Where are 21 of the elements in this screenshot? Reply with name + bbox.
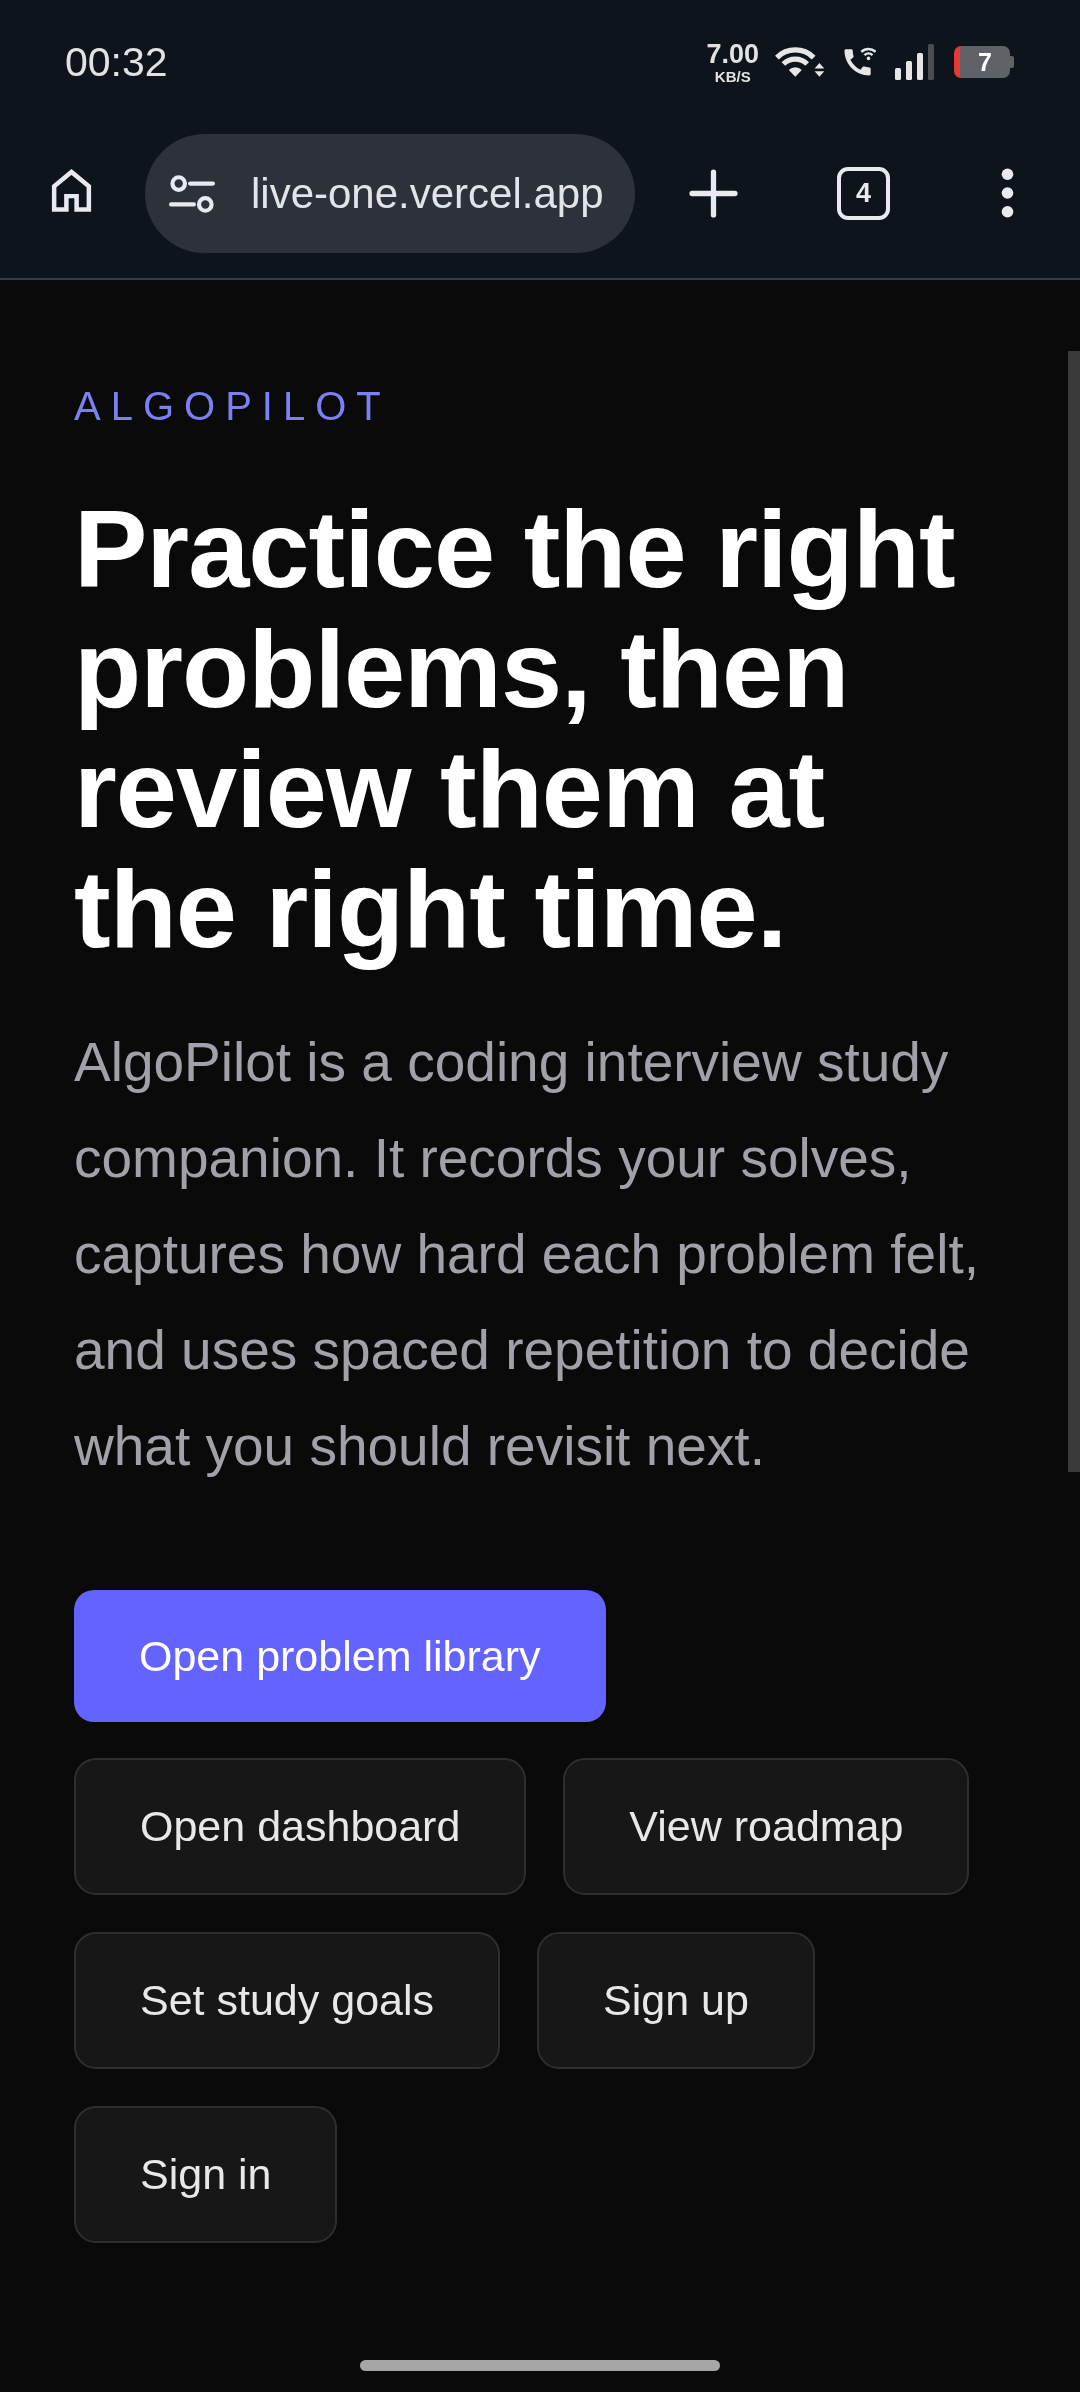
action-button[interactable]: Sign up xyxy=(537,1932,815,2069)
battery-level-text: 7 xyxy=(978,49,992,75)
tab-count-button[interactable]: 4 xyxy=(837,167,890,220)
brand-label: ALGOPILOT xyxy=(74,383,392,430)
action-button[interactable]: View roadmap xyxy=(563,1758,970,1895)
site-settings-icon[interactable] xyxy=(169,174,215,213)
wifi-icon xyxy=(773,44,825,80)
url-text: live-one.vercel.app xyxy=(251,169,604,218)
headline: Practice the right problems, then review them at the right time. xyxy=(74,489,956,969)
action-button[interactable]: Set study goals xyxy=(74,1932,500,2069)
network-speed-unit: KB/S xyxy=(714,68,751,84)
network-speed-value: 7.00 xyxy=(706,40,759,68)
primary-action-button[interactable]: Open problem library xyxy=(74,1590,606,1722)
description-paragraph: AlgoPilot is a coding interview study companion. It records your solves, captures how hard each problem felt, and uses spaced repetition to decide what you should revisit next. xyxy=(74,1030,980,1479)
status-time: 00:32 xyxy=(65,38,168,86)
action-button[interactable]: Sign in xyxy=(74,2106,338,2243)
address-bar[interactable]: live-one.vercel.app xyxy=(145,134,635,253)
new-tab-icon[interactable] xyxy=(689,169,738,218)
signal-icon xyxy=(895,44,935,80)
action-button[interactable]: Open dashboard xyxy=(74,1758,527,1895)
more-menu-icon[interactable] xyxy=(999,168,1016,218)
